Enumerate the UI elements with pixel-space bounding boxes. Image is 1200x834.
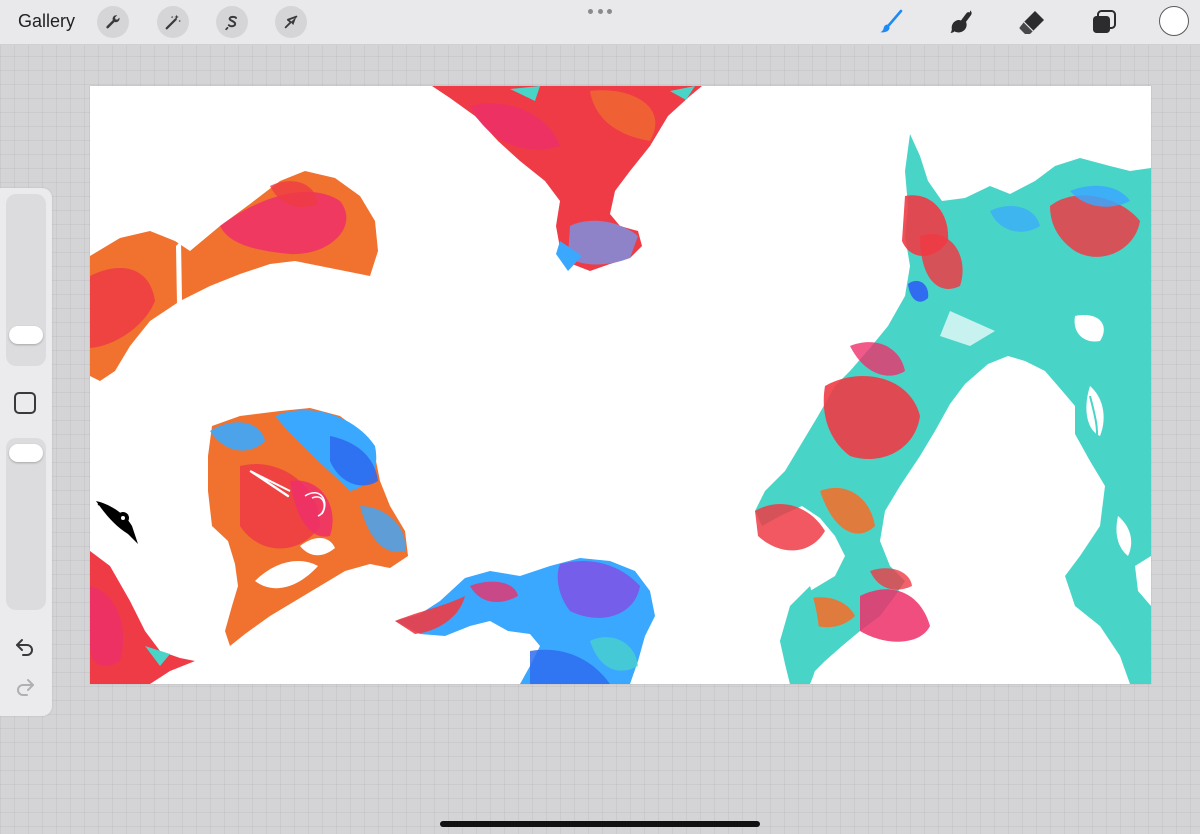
home-indicator[interactable]	[440, 821, 760, 827]
redo-icon[interactable]	[14, 676, 36, 698]
color-picker-swatch[interactable]	[1159, 6, 1189, 36]
arrow-cursor-icon[interactable]	[275, 6, 307, 38]
square-modifier-icon[interactable]	[14, 392, 36, 414]
wrench-icon[interactable]	[97, 6, 129, 38]
opacity-slider[interactable]	[6, 438, 46, 610]
layers-icon[interactable]	[1089, 7, 1119, 37]
eye-doodle	[96, 501, 138, 544]
eraser-icon[interactable]	[1017, 7, 1047, 37]
more-dots-icon[interactable]	[588, 6, 612, 16]
left-sidebar	[0, 188, 52, 716]
paint-region-top	[432, 86, 702, 271]
brush-size-slider[interactable]	[6, 194, 46, 366]
canvas-artwork	[90, 86, 1151, 684]
drawing-canvas[interactable]	[90, 86, 1151, 684]
smudge-finger-icon[interactable]	[947, 7, 977, 37]
brush-size-thumb[interactable]	[9, 326, 43, 344]
undo-icon[interactable]	[14, 636, 36, 658]
magic-wand-icon[interactable]	[157, 6, 189, 38]
brush-icon[interactable]	[876, 7, 906, 37]
gallery-button[interactable]: Gallery	[18, 11, 75, 32]
selection-s-icon[interactable]	[216, 6, 248, 38]
opacity-thumb[interactable]	[9, 444, 43, 462]
top-toolbar: Gallery	[0, 0, 1200, 45]
